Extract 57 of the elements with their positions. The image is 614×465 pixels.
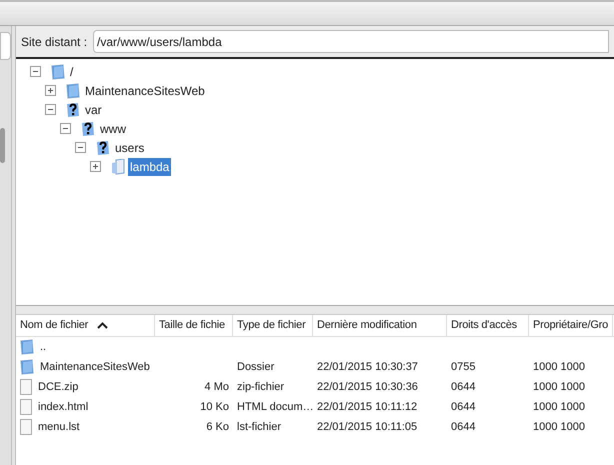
table-cell-text: 22/01/2015 10:11:05 <box>317 420 418 435</box>
file-icon <box>20 419 32 435</box>
collapse-icon[interactable] <box>45 104 56 115</box>
folder-icon <box>111 158 125 174</box>
tree-item[interactable]: / <box>68 62 76 80</box>
remote-path-field[interactable]: /var/www/users/lambda <box>93 30 609 53</box>
table-cell-text: HTML docum… <box>237 400 314 415</box>
collapse-icon[interactable] <box>75 142 86 153</box>
table-cell-text: 1000 1000 <box>533 380 585 395</box>
sort-ascending-icon <box>97 322 108 329</box>
tree-item[interactable]: lambda <box>128 158 172 176</box>
table-cell-text: 1000 1000 <box>533 420 585 435</box>
table-cell-text: 0644 <box>451 400 476 415</box>
column-header[interactable]: Droits d'accès <box>447 315 529 336</box>
column-header[interactable]: Nom de fichier <box>16 315 155 336</box>
table-cell-text: 22/01/2015 10:30:37 <box>317 360 418 375</box>
file-name[interactable]: .. <box>40 338 46 356</box>
table-cell-text: 10 Ko <box>200 400 229 415</box>
file-name[interactable]: menu.lst <box>38 418 80 436</box>
table-cell-text: 6 Ko <box>206 420 229 435</box>
folder-icon <box>20 339 34 355</box>
tree-item[interactable]: www <box>98 120 128 138</box>
tree-item[interactable]: var <box>83 100 104 118</box>
file-icon <box>20 399 32 415</box>
folder-icon <box>20 359 34 375</box>
tree-item[interactable]: MaintenanceSitesWeb <box>83 82 207 100</box>
collapse-icon[interactable] <box>30 66 41 77</box>
file-name[interactable]: index.html <box>38 398 88 416</box>
column-header[interactable]: Propriétaire/Gro <box>529 315 613 336</box>
column-header[interactable]: Type de fichier <box>233 315 313 336</box>
remote-site-label: Site distant : <box>21 34 88 50</box>
table-cell-text: 22/01/2015 10:30:36 <box>317 380 418 395</box>
unknown-folder-icon <box>81 120 95 136</box>
table-cell-text: 1000 1000 <box>533 360 585 375</box>
table-cell-text: lst-fichier <box>237 420 282 435</box>
table-cell-text: 0644 <box>451 420 476 435</box>
folder-icon <box>66 82 80 98</box>
tree-item[interactable]: users <box>113 138 146 156</box>
column-header[interactable]: Taille de fichie <box>155 315 233 336</box>
expand-icon[interactable] <box>90 161 101 172</box>
table-cell-text: 1000 1000 <box>533 400 585 415</box>
unknown-folder-icon <box>96 140 110 156</box>
file-name[interactable]: MaintenanceSitesWeb <box>40 358 150 376</box>
column-header[interactable]: Dernière modification <box>313 315 447 336</box>
scrollbar-thumb <box>0 128 5 163</box>
collapse-icon[interactable] <box>60 123 71 134</box>
unknown-folder-icon <box>66 102 80 118</box>
file-name[interactable]: DCE.zip <box>38 378 78 396</box>
table-cell-text: Dossier <box>237 360 274 375</box>
expand-icon[interactable] <box>45 85 56 96</box>
table-cell-text: 0755 <box>451 360 476 375</box>
table-cell-text: zip-fichier <box>237 380 284 395</box>
table-cell-text: 4 Mo <box>204 380 229 395</box>
table-cell-text: 22/01/2015 10:11:12 <box>317 400 418 415</box>
folder-icon <box>51 64 65 80</box>
file-icon <box>20 379 32 395</box>
table-cell-text: 0644 <box>451 380 476 395</box>
